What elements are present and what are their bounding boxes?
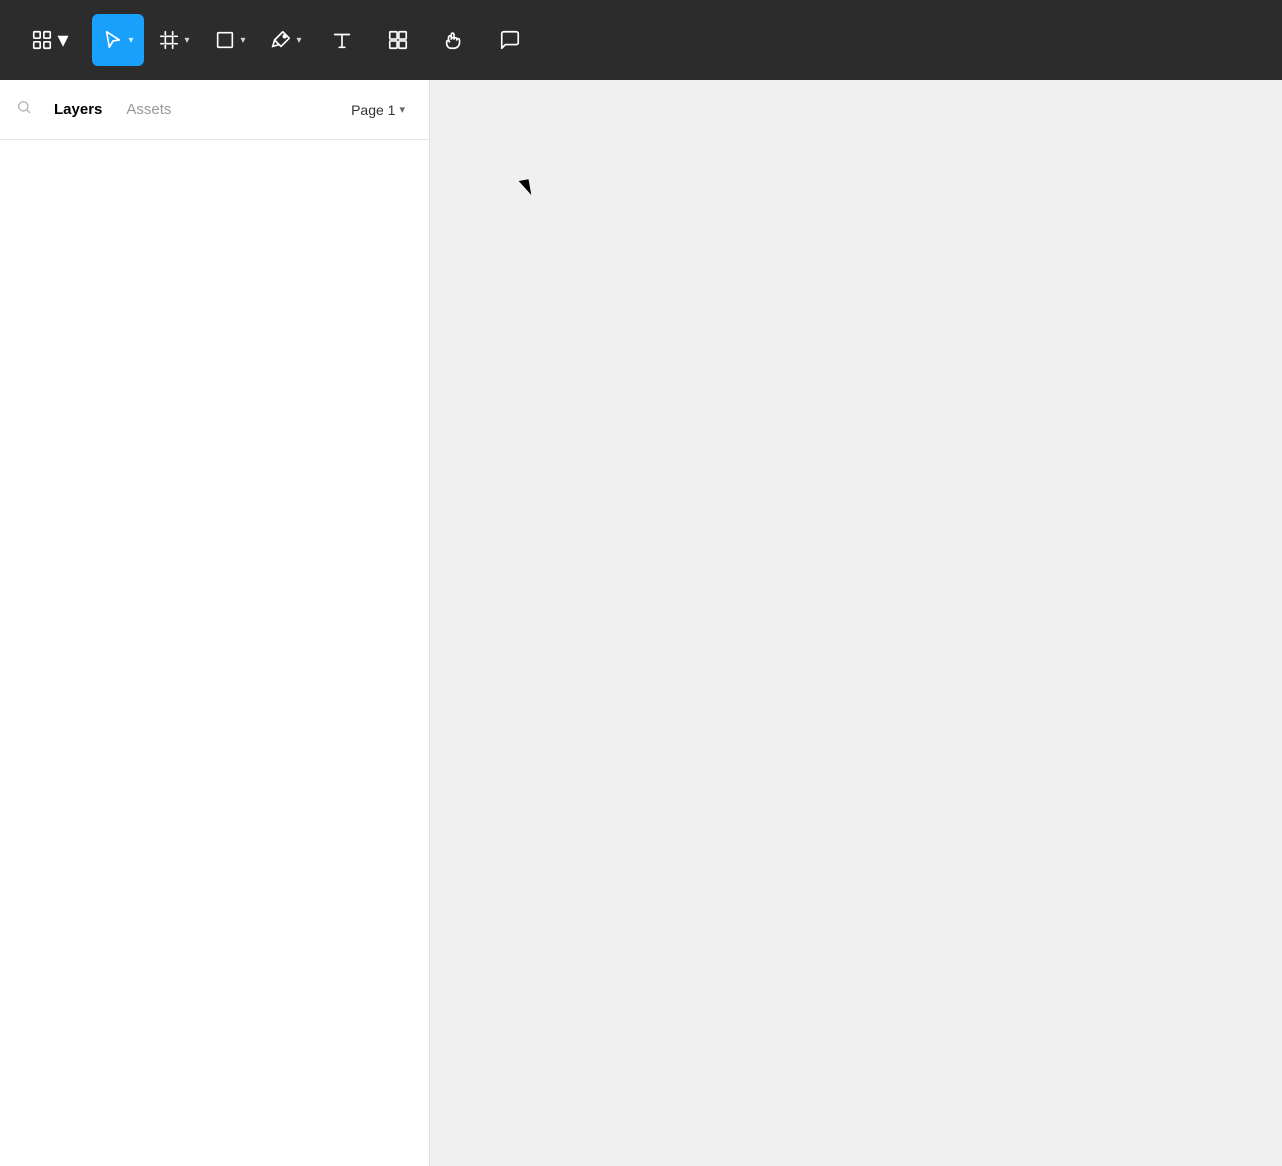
component-icon [387, 29, 409, 51]
layers-tab[interactable]: Layers [44, 95, 112, 124]
pen-chevron: ▾ [296, 35, 301, 46]
toolbar: ▾ ▾ ▾ ▾ ▾ [0, 0, 1282, 80]
logo-icon [31, 29, 53, 51]
select-icon [102, 29, 124, 51]
cursor [519, 179, 532, 196]
comment-icon [499, 29, 521, 51]
main-layout: Layers Assets Page 1 ▾ [0, 80, 1282, 1166]
shape-icon [214, 29, 236, 51]
canvas-area[interactable] [430, 80, 1282, 1166]
assets-tab[interactable]: Assets [116, 95, 181, 124]
search-icon[interactable] [16, 99, 32, 120]
page-label: Page 1 [351, 102, 395, 118]
comment-tool-button[interactable] [484, 14, 536, 66]
shape-chevron: ▾ [240, 35, 245, 46]
frame-icon [158, 29, 180, 51]
page-chevron: ▾ [399, 103, 405, 116]
left-panel: Layers Assets Page 1 ▾ [0, 80, 430, 1166]
text-icon [331, 29, 353, 51]
page-selector[interactable]: Page 1 ▾ [343, 98, 413, 122]
logo-chevron: ▾ [57, 27, 68, 53]
pen-icon [270, 29, 292, 51]
logo-button[interactable]: ▾ [12, 14, 88, 66]
select-chevron: ▾ [128, 35, 133, 46]
select-tool-button[interactable]: ▾ [92, 14, 144, 66]
shape-tool-button[interactable]: ▾ [204, 14, 256, 66]
component-tool-button[interactable] [372, 14, 424, 66]
hand-tool-button[interactable] [428, 14, 480, 66]
text-tool-button[interactable] [316, 14, 368, 66]
frame-tool-button[interactable]: ▾ [148, 14, 200, 66]
hand-icon [443, 29, 465, 51]
panel-header: Layers Assets Page 1 ▾ [0, 80, 429, 140]
pen-tool-button[interactable]: ▾ [260, 14, 312, 66]
frame-chevron: ▾ [184, 35, 189, 46]
layers-content [0, 140, 429, 1166]
